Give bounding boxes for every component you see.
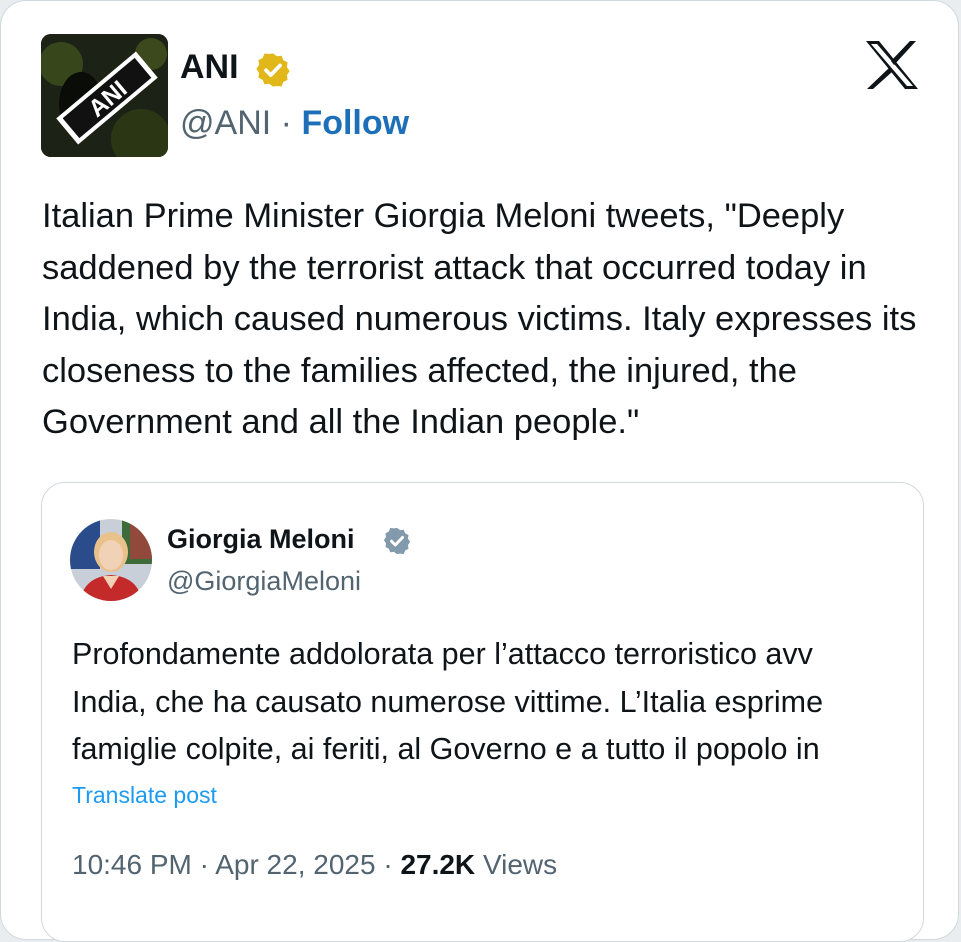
post-metadata: 10:46 PM · Apr 22, 2025 · 27.2K Views <box>72 847 557 883</box>
x-logo-icon[interactable] <box>863 39 921 91</box>
separator-dot: · <box>383 849 393 880</box>
ani-logo-icon: ANI <box>41 34 168 157</box>
ani-avatar[interactable]: ANI <box>41 34 168 157</box>
verified-badge-gold-icon <box>256 53 290 87</box>
quoted-text-line: famiglie colpite, ai feriti, al Governo … <box>72 732 820 766</box>
quoted-text-line: Profondamente addolorata per l’attacco t… <box>72 637 813 671</box>
quoted-text-line: India, che ha causato numerose vittime. … <box>72 684 824 719</box>
author-name[interactable]: ANI <box>180 45 239 89</box>
separator-dot: · <box>280 104 292 142</box>
post-card: ANI ANI @ANI · Follow Italian Prime Mini… <box>0 0 959 942</box>
meloni-avatar[interactable] <box>70 519 152 601</box>
follow-button[interactable]: Follow <box>301 104 409 142</box>
post-text: Italian Prime Minister Giorgia Meloni tw… <box>42 197 917 441</box>
translate-post-link[interactable]: Translate post <box>72 780 217 810</box>
post-date[interactable]: Apr 22, 2025 <box>215 849 375 880</box>
separator-dot: · <box>199 849 209 880</box>
post-time[interactable]: 10:46 PM <box>72 849 192 880</box>
quoted-post[interactable]: Giorgia Meloni @GiorgiaMeloni Profondame… <box>41 482 924 942</box>
verified-badge-gray-icon <box>383 527 411 555</box>
quoted-author-handle[interactable]: @GiorgiaMeloni <box>167 563 361 599</box>
author-handle[interactable]: @ANI <box>180 104 271 142</box>
handle-row: @ANI · Follow <box>180 101 409 145</box>
views-label: Views <box>482 849 558 880</box>
quoted-author-name[interactable]: Giorgia Meloni <box>167 521 355 557</box>
quoted-post-text: Profondamente addolorata per l’attacco t… <box>72 631 923 774</box>
views-count: 27.2K <box>400 849 476 880</box>
meloni-portrait-icon <box>70 519 152 601</box>
